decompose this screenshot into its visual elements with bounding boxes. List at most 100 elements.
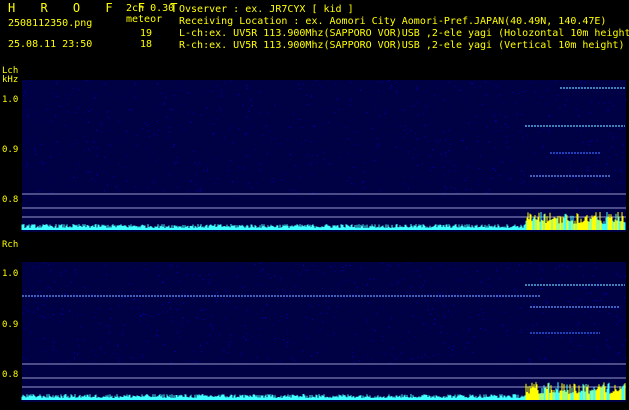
lch-panel-noise — [448, 129, 450, 131]
lch-panel-noise — [522, 137, 524, 138]
rch-panel-noise — [593, 266, 595, 268]
rch-panel-noise — [243, 286, 245, 288]
lch-panel-noise — [449, 98, 451, 100]
rch-panel-noise — [147, 343, 149, 345]
lch-panel-noise — [306, 163, 308, 165]
lch-panel-noise — [501, 126, 503, 128]
rch-panel-noise — [333, 333, 335, 335]
lch-panel-noise — [99, 121, 101, 123]
lch-panel-noise — [47, 101, 49, 102]
lch-panel-noise — [169, 127, 171, 129]
rch-panel-noise — [53, 345, 54, 347]
lch-panel-noise — [319, 84, 321, 86]
lch-panel-noise — [465, 90, 467, 91]
rch-panel-noise — [516, 271, 518, 273]
lch-panel-noise — [146, 147, 148, 148]
lch-panel-noise — [608, 150, 610, 152]
lch-panel-noise — [148, 136, 150, 138]
lch-panel-noise — [122, 98, 124, 99]
lch-panel-noise — [483, 94, 485, 96]
lch-panel-noise — [304, 147, 306, 149]
rch-panel-noise — [598, 282, 600, 284]
lch-panel-noise — [284, 92, 286, 94]
lch-panel-noise — [602, 91, 604, 93]
rch-panel-noise — [391, 284, 393, 286]
lch-panel-noise — [596, 174, 598, 175]
rch-panel-noise — [158, 275, 160, 276]
rch-panel-noise — [607, 344, 609, 346]
rch-panel-noise — [53, 341, 55, 343]
lch-panel-noise — [249, 129, 251, 131]
lch-panel-noise — [126, 180, 128, 182]
rch-panel-noise — [140, 315, 142, 316]
lch-panel-noise — [47, 189, 49, 191]
lch-panel-noise — [595, 183, 597, 185]
rch-panel-noise — [188, 294, 190, 296]
rch-panel-noise — [155, 305, 157, 307]
rch-panel-noise — [151, 315, 153, 317]
lch-panel-noise — [291, 155, 293, 157]
rch-panel-noise — [537, 348, 539, 350]
lch-panel-noise — [570, 171, 572, 173]
lch-panel-noise — [544, 185, 546, 187]
lch-panel-noise — [496, 120, 498, 122]
lch-panel-noise — [464, 179, 466, 181]
lch-panel-noise — [591, 101, 593, 103]
rch-panel-noise — [282, 339, 284, 341]
lch-panel-noise — [559, 107, 561, 109]
rch-panel-noise — [531, 310, 533, 311]
lch-panel-noise — [274, 104, 276, 106]
rch-panel-noise — [38, 269, 40, 271]
rch-panel-noise — [540, 288, 542, 290]
rch-panel-noise — [410, 286, 412, 288]
rch-panel-noise — [539, 267, 541, 269]
lch-panel-noise — [83, 111, 85, 113]
rch-panel-noise — [27, 357, 29, 359]
rch-panel-noise — [617, 353, 619, 355]
rch-panel-noise — [44, 317, 46, 319]
rch-panel-noise — [24, 308, 26, 310]
lch-panel-noise — [413, 186, 415, 188]
lch-panel-noise — [364, 171, 366, 173]
rch-panel-noise — [513, 290, 515, 292]
lch-panel-noise — [108, 174, 110, 176]
rch-panel-noise — [373, 278, 375, 280]
lch-panel-noise — [271, 181, 273, 183]
lch-panel-noise — [455, 170, 457, 172]
lch-panel-noise — [591, 140, 593, 142]
rch-panel-noise — [212, 328, 214, 330]
lch-panel-noise — [516, 103, 517, 105]
lch-panel-noise — [167, 136, 169, 138]
rch-panel-noise — [434, 300, 436, 301]
rch-panel-noise — [366, 320, 368, 322]
lch-panel-noise — [391, 125, 393, 127]
lch-panel-noise — [569, 164, 571, 166]
rch-panel-noise — [308, 304, 310, 306]
rch-panel-noise — [34, 297, 36, 299]
rch-panel-noise — [74, 273, 76, 275]
lch-panel-noise — [329, 105, 330, 107]
rch-panel-noise — [92, 350, 94, 352]
lch-panel-noise — [607, 109, 609, 111]
lch-panel-noise — [289, 126, 291, 128]
lch-panel-noise — [246, 184, 248, 186]
lch-panel-noise — [134, 97, 135, 99]
rch-panel-noise — [395, 357, 397, 359]
lch-panel-noise — [371, 128, 373, 130]
lch-panel-noise — [211, 90, 213, 92]
lch-panel-noise — [311, 162, 313, 164]
rch-panel-noise — [306, 334, 307, 336]
lch-panel-noise — [89, 84, 91, 86]
lch-panel-noise — [233, 93, 235, 95]
lch-panel-noise — [50, 182, 51, 184]
rch-panel-noise — [141, 357, 143, 359]
lch-panel-noise — [230, 159, 232, 161]
lch-panel-noise — [466, 99, 468, 101]
rch-panel-noise — [121, 335, 123, 337]
rch-panel-noise — [546, 294, 547, 296]
rch-panel-noise — [60, 275, 61, 277]
lch-panel-noise — [437, 158, 439, 160]
rch-panel-noise — [624, 276, 626, 277]
rch-panel-noise — [589, 282, 591, 284]
rch-panel-noise — [60, 313, 62, 315]
